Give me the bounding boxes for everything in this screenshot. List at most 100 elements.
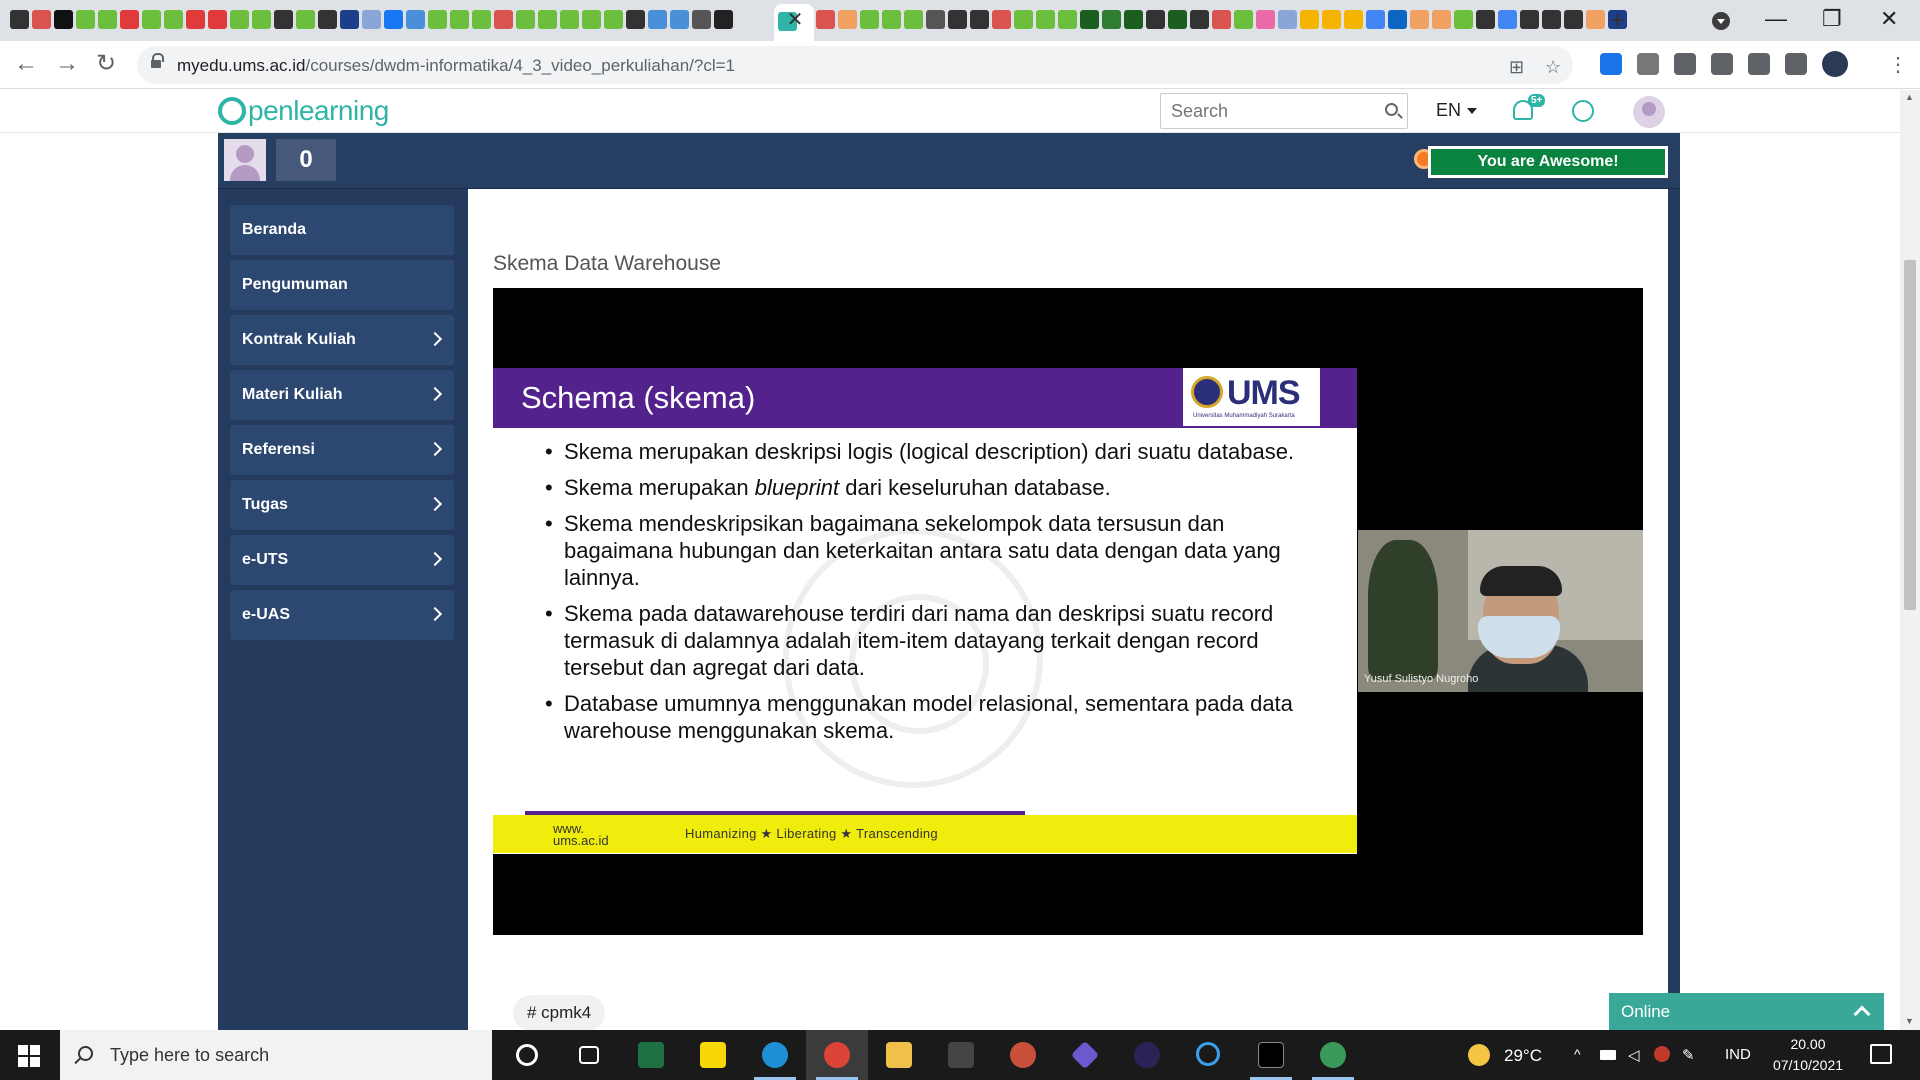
tab-favicon[interactable] bbox=[860, 10, 879, 29]
taskbar-search-box[interactable]: Type here to search bbox=[60, 1030, 492, 1080]
tab-favicon[interactable] bbox=[1432, 10, 1451, 29]
git-app-icon[interactable] bbox=[1054, 1030, 1116, 1080]
cortana-icon[interactable] bbox=[496, 1030, 558, 1080]
student-avatar[interactable] bbox=[224, 139, 266, 181]
tab-favicon[interactable] bbox=[604, 10, 623, 29]
temperature[interactable]: 29°C bbox=[1504, 1046, 1542, 1066]
sidebar-item-materi-kuliah[interactable]: Materi Kuliah bbox=[230, 370, 454, 420]
tab-favicon[interactable] bbox=[970, 10, 989, 29]
browser-menu-icon[interactable]: ⋮ bbox=[1888, 52, 1908, 77]
awesome-badge[interactable]: You are Awesome! bbox=[1428, 146, 1668, 178]
extension-icon[interactable] bbox=[1637, 53, 1659, 75]
reading-list-icon[interactable] bbox=[1785, 53, 1807, 75]
tab-favicon[interactable] bbox=[1278, 10, 1297, 29]
tab-favicon[interactable] bbox=[516, 10, 535, 29]
tab-favicon[interactable] bbox=[1410, 10, 1429, 29]
tab-favicon[interactable] bbox=[296, 10, 315, 29]
close-tab-icon[interactable]: ✕ bbox=[785, 9, 805, 31]
tab-favicon[interactable] bbox=[1322, 10, 1341, 29]
sticky-notes-app-icon[interactable] bbox=[682, 1030, 744, 1080]
sidebar-item-e-uas[interactable]: e-UAS bbox=[230, 590, 454, 640]
tab-favicon[interactable] bbox=[450, 10, 469, 29]
tab-favicon[interactable] bbox=[1190, 10, 1209, 29]
extension-icon[interactable] bbox=[1711, 53, 1733, 75]
tab-favicon[interactable] bbox=[838, 10, 857, 29]
tab-favicon[interactable] bbox=[1564, 10, 1583, 29]
tab-favicon[interactable] bbox=[54, 10, 73, 29]
tab-favicon[interactable] bbox=[1212, 10, 1231, 29]
tab-search-icon[interactable] bbox=[1712, 12, 1730, 30]
tab-favicon[interactable] bbox=[76, 10, 95, 29]
tab-favicon[interactable] bbox=[538, 10, 557, 29]
maximize-icon[interactable]: ❐ bbox=[1822, 8, 1842, 30]
tab-favicon[interactable] bbox=[1498, 10, 1517, 29]
reload-icon[interactable]: ↻ bbox=[96, 51, 116, 77]
tab-favicon[interactable] bbox=[274, 10, 293, 29]
bookmark-star-icon[interactable]: ☆ bbox=[1545, 57, 1561, 78]
tab-favicon[interactable] bbox=[714, 10, 733, 29]
url-text[interactable]: myedu.ums.ac.id/courses/dwdm-informatika… bbox=[177, 56, 735, 76]
spyder-app-icon[interactable] bbox=[1302, 1030, 1364, 1080]
tray-app-icon[interactable] bbox=[1654, 1046, 1670, 1062]
volume-icon[interactable]: ◁ bbox=[1628, 1046, 1644, 1064]
tab-favicon[interactable] bbox=[992, 10, 1011, 29]
tab-favicon[interactable] bbox=[1256, 10, 1275, 29]
tab-favicon[interactable] bbox=[494, 10, 513, 29]
tab-favicon[interactable] bbox=[120, 10, 139, 29]
new-tab-button[interactable]: + bbox=[1610, 7, 1625, 33]
tab-favicon[interactable] bbox=[1454, 10, 1473, 29]
sidebar-item-beranda[interactable]: Beranda bbox=[230, 205, 454, 255]
sidebar-item-pengumuman[interactable]: Pengumuman bbox=[230, 260, 454, 310]
tab-favicon[interactable] bbox=[318, 10, 337, 29]
online-chat-widget[interactable]: Online bbox=[1609, 993, 1884, 1031]
tab-favicon[interactable] bbox=[692, 10, 711, 29]
battery-icon[interactable] bbox=[1600, 1050, 1616, 1060]
tab-favicon[interactable] bbox=[340, 10, 359, 29]
system-clock[interactable]: 20.00 07/10/2021 bbox=[1760, 1034, 1856, 1076]
close-window-icon[interactable]: ✕ bbox=[1880, 8, 1898, 30]
tab-favicon[interactable] bbox=[1542, 10, 1561, 29]
eclipse-app-icon[interactable] bbox=[1116, 1030, 1178, 1080]
app-icon-raven[interactable] bbox=[930, 1030, 992, 1080]
minimize-icon[interactable]: — bbox=[1765, 8, 1787, 30]
page-scrollbar[interactable]: ▲ ▼ bbox=[1900, 90, 1920, 1030]
terminal-app-icon[interactable] bbox=[1240, 1030, 1302, 1080]
tab-favicon[interactable] bbox=[252, 10, 271, 29]
chevron-up-icon[interactable] bbox=[1853, 1005, 1871, 1023]
file-explorer-app-icon[interactable] bbox=[868, 1030, 930, 1080]
tab-favicon[interactable] bbox=[164, 10, 183, 29]
tab-favicon[interactable] bbox=[816, 10, 835, 29]
weather-icon[interactable] bbox=[1468, 1044, 1490, 1066]
media-app-icon[interactable] bbox=[992, 1030, 1054, 1080]
extension-icon[interactable] bbox=[1600, 53, 1622, 75]
forward-icon[interactable]: → bbox=[55, 51, 79, 77]
back-icon[interactable]: ← bbox=[14, 51, 38, 77]
windows-start-icon[interactable] bbox=[18, 1045, 40, 1067]
tab-favicon[interactable] bbox=[582, 10, 601, 29]
puzzle-icon[interactable] bbox=[1748, 53, 1770, 75]
openlearning-logo[interactable]: penlearning bbox=[218, 94, 389, 128]
omnibox[interactable]: myedu.ums.ac.id/courses/dwdm-informatika… bbox=[137, 46, 1573, 84]
tab-favicon[interactable] bbox=[1124, 10, 1143, 29]
tab-favicon[interactable] bbox=[1102, 10, 1121, 29]
tab-favicon[interactable] bbox=[32, 10, 51, 29]
tab-favicon[interactable] bbox=[1300, 10, 1319, 29]
tab-favicon[interactable] bbox=[362, 10, 381, 29]
tab-favicon[interactable] bbox=[1234, 10, 1253, 29]
task-view-icon[interactable] bbox=[558, 1030, 620, 1080]
tab-favicon[interactable] bbox=[186, 10, 205, 29]
sidebar-item-e-uts[interactable]: e-UTS bbox=[230, 535, 454, 585]
scroll-down-icon[interactable]: ▼ bbox=[1905, 1016, 1914, 1026]
ccleaner-app-icon[interactable] bbox=[1178, 1030, 1240, 1080]
tab-favicon[interactable] bbox=[98, 10, 117, 29]
tab-favicon[interactable] bbox=[1168, 10, 1187, 29]
pen-icon[interactable]: ✎ bbox=[1682, 1046, 1698, 1064]
lesson-tag[interactable]: # cpmk4 bbox=[513, 995, 606, 1031]
tab-favicon[interactable] bbox=[1146, 10, 1165, 29]
tab-favicon[interactable] bbox=[10, 10, 29, 29]
chrome-app-icon[interactable] bbox=[806, 1030, 868, 1080]
lock-icon[interactable] bbox=[151, 53, 164, 70]
tab-favicon[interactable] bbox=[406, 10, 425, 29]
extension-icon[interactable] bbox=[1674, 53, 1696, 75]
tab-favicon[interactable] bbox=[560, 10, 579, 29]
